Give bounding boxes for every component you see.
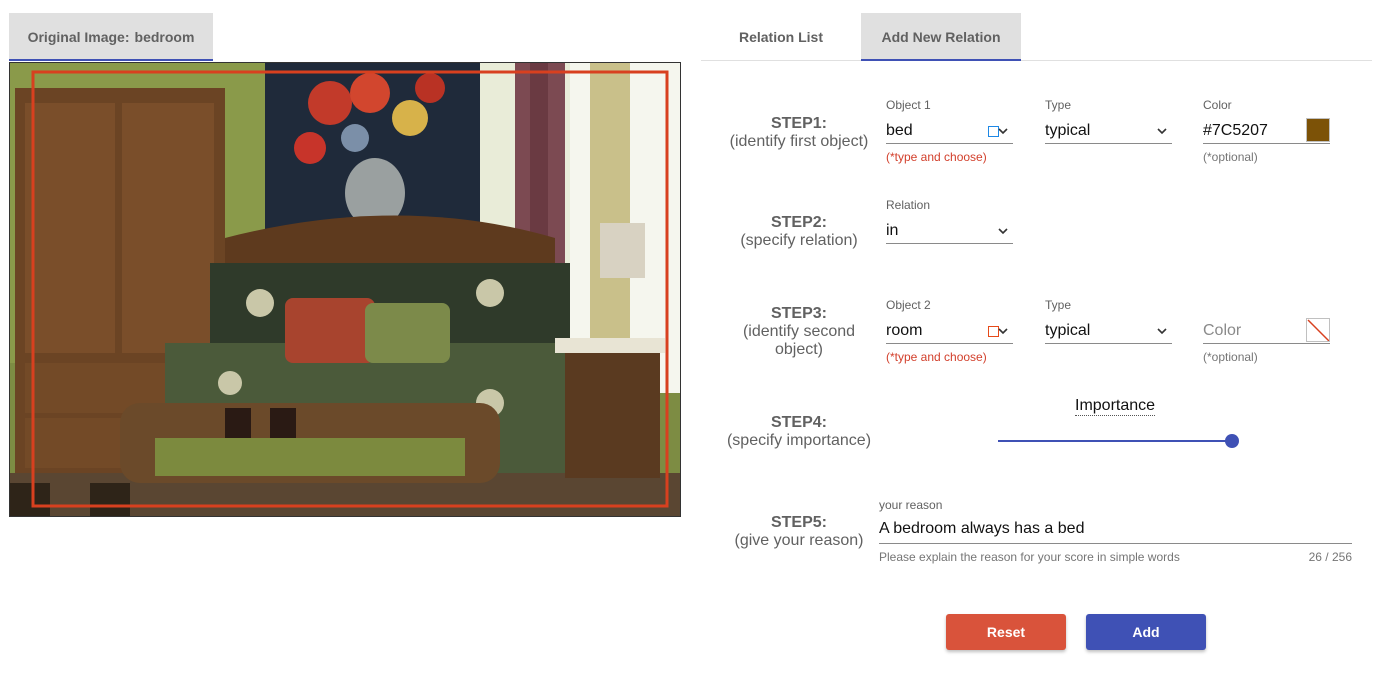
chevron-down-icon[interactable] — [1156, 326, 1168, 336]
object2-field: Object 2 room (*type and choose) — [886, 298, 1013, 364]
step1-desc: (identify first object) — [729, 133, 869, 150]
type1-value: typical — [1045, 122, 1091, 139]
relation-tabs: Relation List Add New Relation — [701, 13, 1372, 61]
object2-value: room — [886, 322, 923, 339]
importance-label: Importance — [1075, 397, 1156, 416]
color2-field: Color (*optional) — [1203, 298, 1330, 364]
chevron-down-icon[interactable] — [1156, 126, 1168, 136]
color1-swatch[interactable] — [1306, 118, 1330, 142]
original-image-name: bedroom — [134, 29, 195, 45]
type2-field: Type typical — [1045, 298, 1172, 344]
step5-label: STEP5: (give your reason) — [709, 514, 889, 550]
color2-placeholder: Color — [1203, 322, 1242, 339]
step2-label: STEP2: (specify relation) — [709, 214, 889, 250]
importance-slider-track[interactable] — [998, 440, 1232, 442]
original-image-tab-indicator — [9, 59, 213, 61]
bedroom-photo — [9, 62, 681, 517]
object1-field: Object 1 bed (*type and choose) — [886, 98, 1013, 164]
color2-hint: (*optional) — [1203, 350, 1258, 364]
reason-field: your reason A bedroom always has a bed P… — [879, 498, 1352, 564]
type1-label: Type — [1045, 98, 1072, 112]
relation-value: in — [886, 222, 899, 239]
object1-hint: (*type and choose) — [886, 150, 987, 164]
importance-slider-thumb[interactable] — [1225, 434, 1239, 448]
add-button[interactable]: Add — [1086, 614, 1206, 650]
reason-label: your reason — [879, 498, 943, 512]
step1-title: STEP1: — [770, 115, 827, 132]
tab-relation-list[interactable]: Relation List — [721, 13, 841, 61]
chevron-down-icon[interactable] — [997, 326, 1009, 336]
color1-label: Color — [1203, 98, 1232, 112]
step4-label: STEP4: (specify importance) — [709, 414, 889, 450]
step3-label: STEP3: (identify second object) — [709, 305, 889, 359]
color1-value: #7C5207 — [1203, 122, 1268, 139]
reason-input[interactable]: A bedroom always has a bed — [879, 518, 1352, 544]
step5-desc: (give your reason) — [734, 532, 864, 549]
object2-input[interactable]: room — [886, 320, 1013, 344]
object2-label: Object 2 — [886, 298, 931, 312]
type2-label: Type — [1045, 298, 1072, 312]
step3-title: STEP3: — [770, 305, 827, 322]
object1-label: Object 1 — [886, 98, 931, 112]
step1-label: STEP1: (identify first object) — [709, 115, 889, 151]
color1-hint: (*optional) — [1203, 150, 1258, 164]
tab-add-new-relation[interactable]: Add New Relation — [861, 13, 1021, 61]
step4-desc: (specify importance) — [726, 432, 872, 449]
relation-select[interactable]: in — [886, 220, 1013, 244]
relation-label: Relation — [886, 198, 931, 212]
reset-button[interactable]: Reset — [946, 614, 1066, 650]
color2-input[interactable]: Color — [1203, 318, 1330, 344]
reason-helper-text: Please explain the reason for your score… — [879, 550, 1180, 564]
type1-select[interactable]: typical — [1045, 120, 1172, 144]
type2-select[interactable]: typical — [1045, 320, 1172, 344]
step5-title: STEP5: — [770, 514, 827, 531]
chevron-down-icon[interactable] — [997, 226, 1009, 236]
active-tab-indicator — [861, 59, 1021, 61]
original-image-tab[interactable]: Original Image: bedroom — [9, 13, 213, 61]
color1-input[interactable]: #7C5207 — [1203, 118, 1330, 144]
relation-field: Relation in — [886, 198, 1013, 244]
reason-char-counter: 26 / 256 — [1308, 550, 1352, 564]
no-color-icon — [1307, 319, 1329, 341]
step2-title: STEP2: — [770, 214, 827, 231]
step4-title: STEP4: — [770, 414, 827, 431]
type1-field: Type typical — [1045, 98, 1172, 144]
object2-hint: (*type and choose) — [886, 350, 987, 364]
step3-desc: (identify second object) — [742, 323, 856, 358]
step2-desc: (specify relation) — [740, 232, 858, 249]
color1-field: Color #7C5207 (*optional) — [1203, 98, 1330, 164]
original-image-label: Original Image: — [27, 29, 130, 45]
object1-value: bed — [886, 122, 913, 139]
type2-value: typical — [1045, 322, 1091, 339]
object1-input[interactable]: bed — [886, 120, 1013, 144]
chevron-down-icon[interactable] — [997, 126, 1009, 136]
color2-empty-swatch[interactable] — [1306, 318, 1330, 342]
